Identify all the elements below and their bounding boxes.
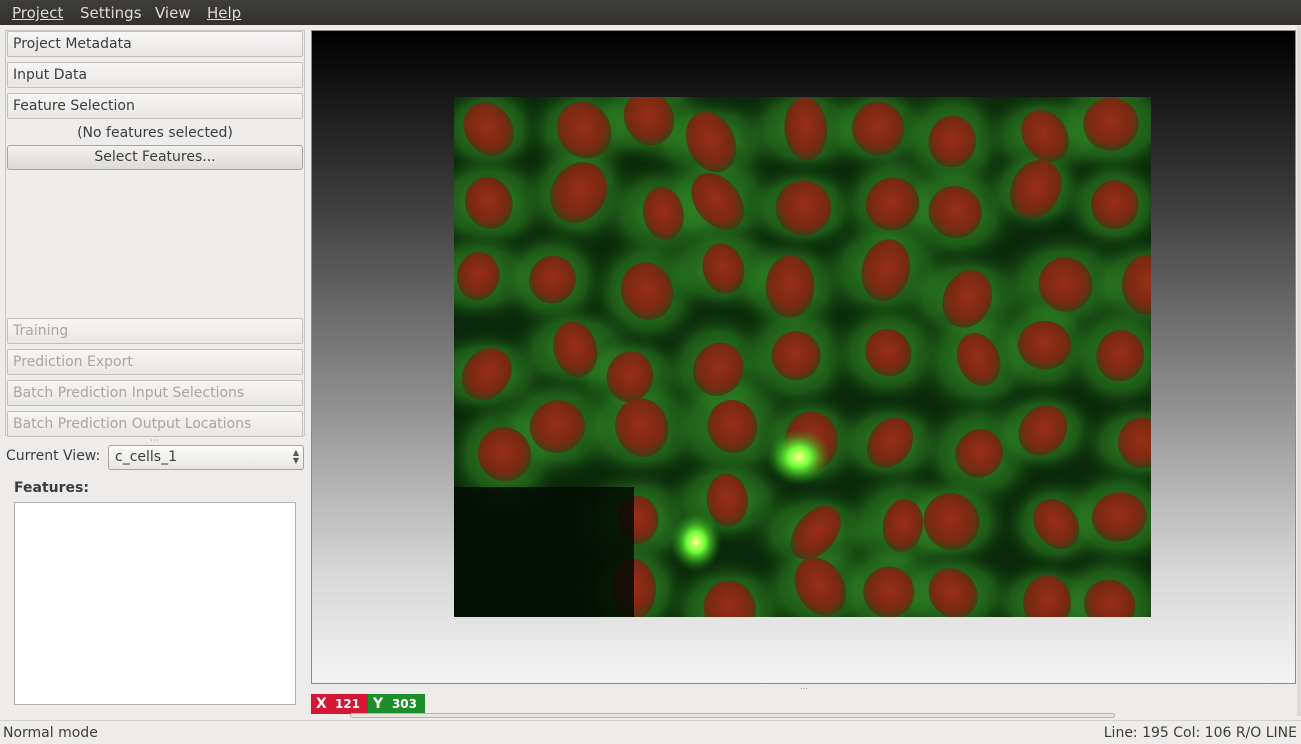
status-bar: Normal mode Line: 195 Col: 106 R/O LINE [0,720,1301,744]
microscopy-image[interactable] [454,97,1151,617]
right-splitter[interactable] [1297,26,1301,716]
menu-settings[interactable]: Settings [80,4,142,22]
applet-drawer: Project Metadata Input Data Feature Sele… [5,30,305,437]
menu-view[interactable]: View [155,4,191,22]
current-view-label: Current View: [6,448,101,464]
section-feature-selection[interactable]: Feature Selection [7,93,303,119]
menu-help-label: Help [207,4,242,22]
menu-project[interactable]: Project [12,4,63,22]
menu-bar: Project Settings View Help [0,0,1301,25]
x-value: 121 [334,697,360,711]
viewer-resize-handle[interactable]: ⋯ [800,684,808,693]
x-axis-label: X [316,696,327,712]
current-view-value: c_cells_1 [115,449,177,465]
select-features-button[interactable]: Select Features... [7,145,303,170]
features-label: Features: [14,480,89,496]
no-features-text: (No features selected) [77,125,233,141]
status-position: Line: 195 Col: 106 R/O LINE [1103,725,1297,741]
section-training[interactable]: Training [7,318,303,344]
status-mode: Normal mode [3,725,98,741]
image-viewer[interactable] [311,30,1296,684]
section-project-metadata[interactable]: Project Metadata [7,31,303,57]
menu-help[interactable]: Help [207,4,241,22]
y-value: 303 [391,697,417,711]
x-coordinate-box[interactable]: X 121 [311,694,368,714]
features-list[interactable] [14,502,296,705]
section-input-data[interactable]: Input Data [7,62,303,88]
mitotic-cell-2 [670,512,722,572]
y-coordinate-box[interactable]: Y 303 [368,694,425,714]
mitotic-cell-1 [767,429,831,485]
section-prediction-export[interactable]: Prediction Export [7,349,303,375]
spinner-arrows-icon: ▲ ▼ [292,448,299,465]
y-axis-label: Y [373,696,384,712]
menu-project-label: Project [12,4,64,22]
horizontal-scrollbar[interactable] [350,713,1115,718]
current-view-select[interactable]: c_cells_1 ▲ ▼ [108,445,304,470]
section-batch-output[interactable]: Batch Prediction Output Locations [7,411,303,437]
section-batch-input[interactable]: Batch Prediction Input Selections [7,380,303,406]
left-panel: Project Metadata Input Data Feature Sele… [0,26,308,716]
